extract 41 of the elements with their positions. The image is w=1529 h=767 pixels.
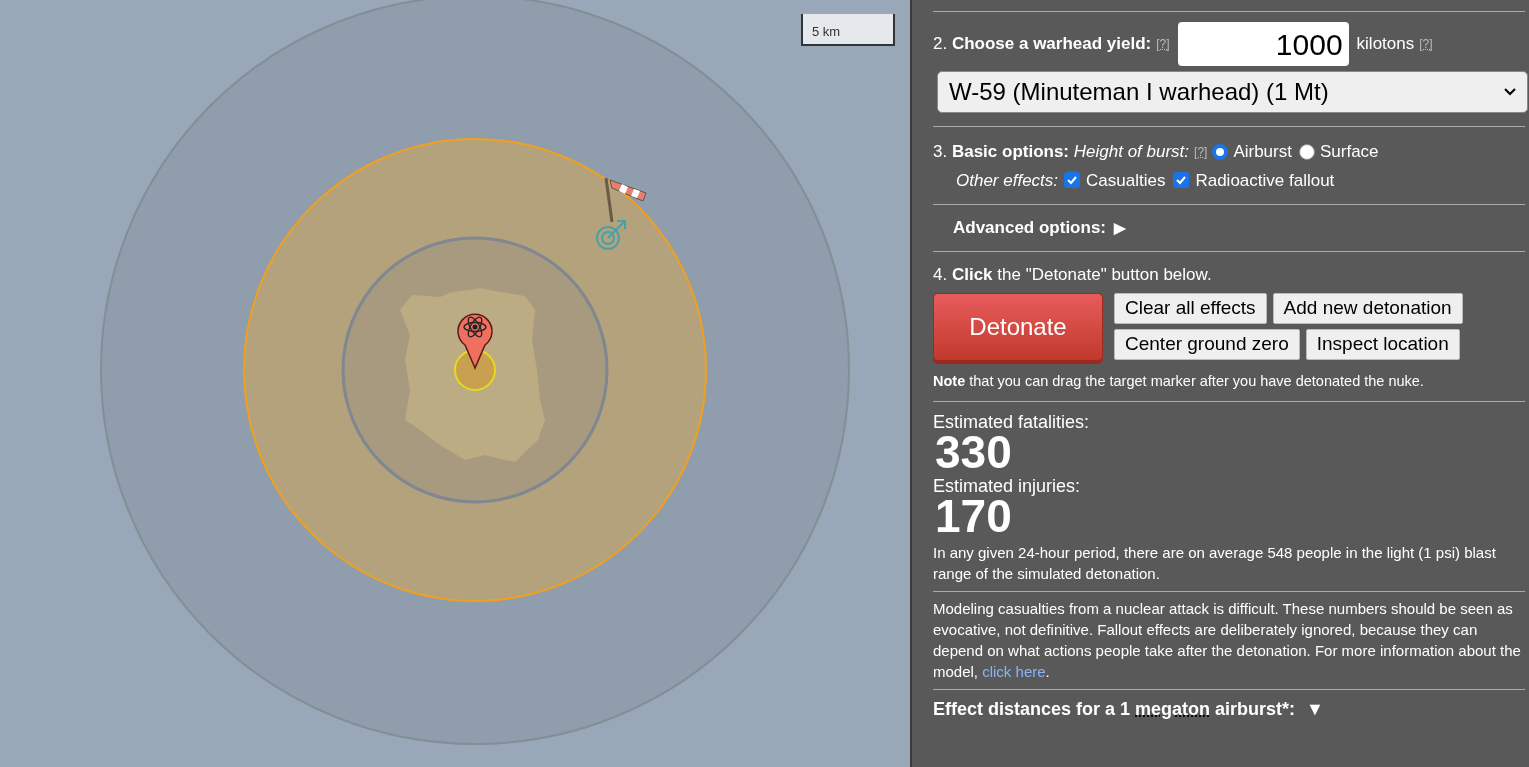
radio-label[interactable]: Airburst	[1233, 139, 1292, 165]
result-label: Estimated injuries:	[933, 475, 1082, 496]
detonate-button[interactable]: Detonate	[933, 293, 1103, 361]
unit-label: kilotons	[1356, 33, 1415, 56]
megaton-term[interactable]: megaton	[1135, 697, 1211, 720]
checkbox-label[interactable]: Radioactive fallout	[1195, 167, 1335, 193]
help-link[interactable]: [?]	[1156, 35, 1170, 53]
wind-direction-icon	[596, 220, 626, 250]
radio-button[interactable]	[1212, 143, 1229, 160]
checkbox-label[interactable]: Casualties	[1086, 167, 1166, 193]
target-marker-icon[interactable]	[457, 313, 493, 369]
help-link[interactable]: [?]	[1194, 142, 1208, 161]
instruction-text: 4. Click the "Detonate" button below.	[933, 263, 1213, 286]
checkbox[interactable]	[1173, 172, 1190, 189]
action-button[interactable]: Inspect location	[1305, 329, 1460, 360]
chevron-down-icon	[1504, 88, 1516, 96]
section-label: airburst*:	[1215, 697, 1296, 720]
options-label: Other effects:	[956, 169, 1059, 192]
result-label: Estimated fatalities:	[933, 411, 1091, 432]
disclaimer-text: Modeling casualties from a nuclear attack is difficult. These numbers should be seen as evocative, not definitive. Fallout effects are deliberately ignored, because they can depend on what actions people take after the detonation. For more information about the model, click here.	[933, 598, 1522, 682]
radio-label[interactable]: Surface	[1319, 139, 1379, 165]
preset-select[interactable]: W-59 (Minuteman I warhead) (1 Mt)	[937, 71, 1528, 113]
expand-toggle[interactable]: ▶	[1114, 216, 1126, 239]
action-button[interactable]: Add new detonation	[1272, 293, 1463, 324]
advanced-options-label[interactable]: Advanced options:	[953, 215, 1106, 241]
result-value: 330	[935, 431, 1013, 472]
checkbox[interactable]	[1064, 172, 1081, 189]
windsock-icon[interactable]	[604, 177, 647, 223]
scale-bar: 5 km	[801, 14, 895, 46]
help-link[interactable]: [?]	[1419, 35, 1433, 53]
population-note: In any given 24-hour period, there are on average 548 people in the light (1 psi) blast range of the simulated detonation.	[933, 542, 1497, 584]
note-text: Note that you can drag the target marker after you have detonated the nuke.	[933, 372, 1425, 391]
options-label: 3. Basic options: Height of burst:	[933, 141, 1190, 163]
yield-label: 2. Choose a warhead yield:	[933, 33, 1152, 56]
action-button[interactable]: Center ground zero	[1114, 329, 1300, 360]
radio-button[interactable]	[1298, 143, 1315, 160]
section-label: Effect distances for a 1	[933, 697, 1131, 720]
action-button[interactable]: Clear all effects	[1114, 293, 1267, 324]
result-value: 170	[935, 495, 1013, 536]
yield-input[interactable]: 1000	[1177, 22, 1349, 66]
collapse-toggle[interactable]: ▼	[1306, 697, 1324, 720]
